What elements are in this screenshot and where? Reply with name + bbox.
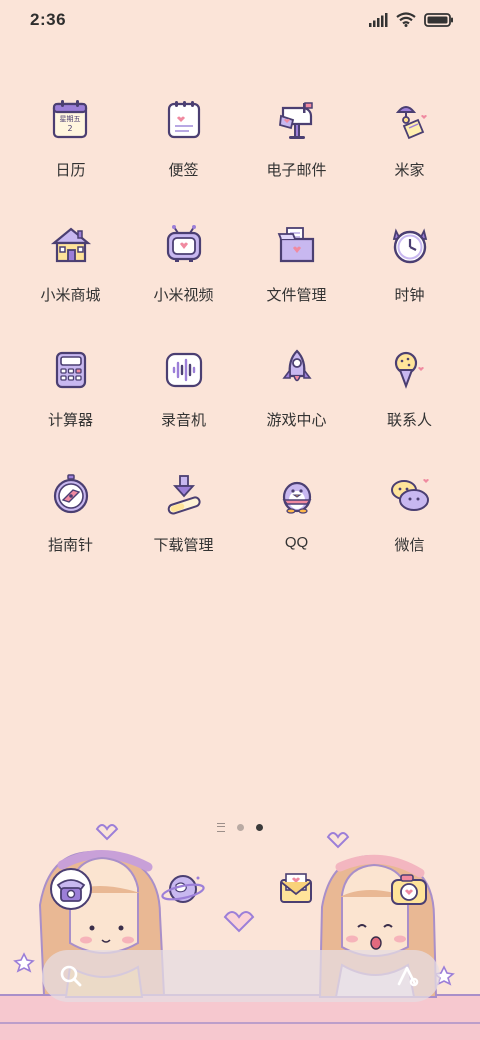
app-contacts[interactable]: 联系人: [353, 342, 466, 467]
notes-icon: [167, 101, 200, 139]
app-qq[interactable]: QQ: [240, 467, 353, 592]
chat-bubbles-icon: [390, 479, 429, 511]
house-store-icon: [50, 227, 91, 263]
app-clock[interactable]: 时钟: [353, 217, 466, 342]
status-bar: 2:36: [0, 0, 480, 40]
app-calendar[interactable]: 星期五 2 日历: [14, 92, 127, 217]
signal-icon: [369, 12, 388, 27]
app-label: 指南针: [47, 537, 93, 554]
recorder-icon: [165, 352, 202, 388]
app-label: 微信: [394, 537, 425, 554]
tv-icon: [166, 225, 201, 262]
app-label: 小米视频: [153, 287, 214, 304]
app-label: 米家: [394, 162, 425, 179]
penguin-icon: [282, 481, 311, 514]
wifi-icon: [396, 12, 416, 27]
app-email[interactable]: 电子邮件: [240, 92, 353, 217]
compass-icon: [53, 474, 88, 514]
app-label: 下载管理: [153, 537, 214, 554]
app-file-manager[interactable]: 文件管理: [240, 217, 353, 342]
calendar-day: 2: [67, 124, 72, 133]
app-wechat[interactable]: 微信: [353, 467, 466, 592]
app-label: 游戏中心: [266, 412, 327, 429]
envelope-icon[interactable]: [273, 866, 319, 912]
app-game-center[interactable]: 游戏中心: [240, 342, 353, 467]
status-icons: [368, 12, 454, 27]
app-downloads[interactable]: 下载管理: [127, 467, 240, 592]
download-icon: [167, 475, 201, 515]
camera-icon[interactable]: [386, 866, 432, 912]
app-label: QQ: [284, 534, 309, 551]
app-recorder[interactable]: 录音机: [127, 342, 240, 467]
app-label: 便签: [168, 162, 199, 179]
planet-icon[interactable]: [160, 866, 206, 912]
search-bar[interactable]: [42, 950, 440, 1002]
app-mi-video[interactable]: 小米视频: [127, 217, 240, 342]
calculator-icon: [55, 351, 86, 389]
app-label: 录音机: [160, 412, 206, 429]
app-label: 小米商城: [40, 287, 101, 304]
app-label: 时钟: [394, 287, 425, 304]
status-time: 2:36: [30, 10, 67, 29]
voice-assistant-icon[interactable]: [394, 962, 422, 990]
app-mijia[interactable]: 米家: [353, 92, 466, 217]
icecream-icon: [394, 351, 424, 389]
folder-box-icon: [277, 227, 314, 263]
wallpaper-illustration: [0, 824, 480, 1040]
mailbox-icon: [278, 102, 313, 139]
telephone-icon[interactable]: [48, 866, 94, 912]
battery-icon: [424, 12, 453, 27]
app-label: 日历: [55, 162, 86, 179]
app-label: 文件管理: [266, 287, 327, 304]
app-compass[interactable]: 指南针: [14, 467, 127, 592]
rocket-icon: [281, 349, 312, 382]
mijia-icon: [395, 106, 427, 140]
app-label: 联系人: [386, 412, 432, 429]
calendar-icon: 星期五 2: [52, 100, 87, 139]
app-grid: 星期五 2 日历 便签 电子邮件 米家 小米商城 小米视频 文件管理 时钟 计算…: [14, 92, 466, 592]
app-mi-store[interactable]: 小米商城: [14, 217, 127, 342]
calendar-weekday: 星期五: [59, 115, 80, 123]
clock-icon: [392, 228, 427, 264]
app-notes[interactable]: 便签: [127, 92, 240, 217]
app-label: 计算器: [47, 412, 93, 429]
app-calculator[interactable]: 计算器: [14, 342, 127, 467]
search-icon[interactable]: [58, 963, 84, 989]
app-label: 电子邮件: [266, 162, 327, 179]
